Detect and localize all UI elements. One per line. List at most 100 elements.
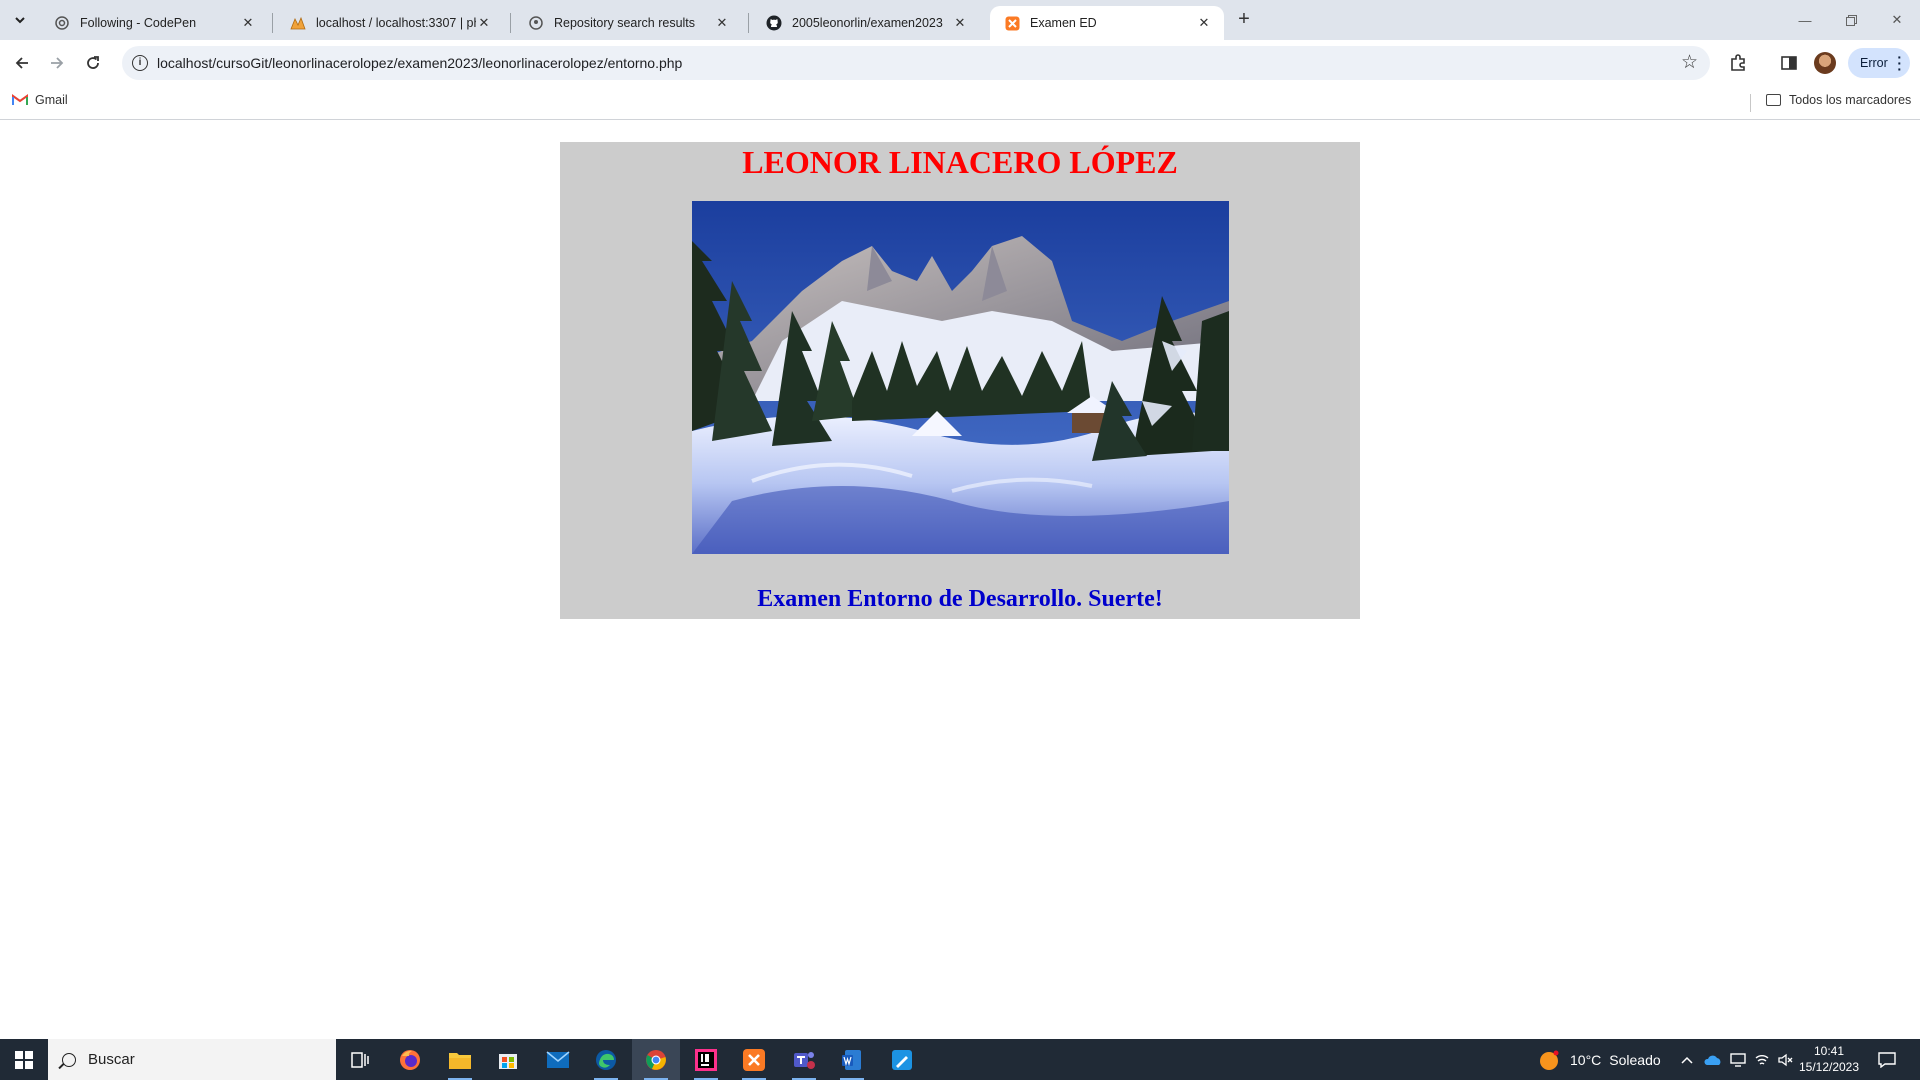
tab-title: Repository search results [554,16,696,30]
tab-title: 2005leonorlin/examen2023 [792,16,943,30]
onedrive-icon[interactable] [1704,1054,1722,1066]
taskbar-clock[interactable]: 10:41 15/12/2023 [1790,1043,1868,1075]
site-info-icon[interactable]: i [132,55,148,71]
intellij-icon [695,1048,717,1071]
tab-strip: Following - CodePen ✕ localhost / localh… [0,0,1920,40]
taskbar-xampp[interactable] [730,1039,778,1080]
bookmarks-bar: Gmail Todos los marcadores [0,86,1920,120]
tab-repository-search[interactable]: Repository search results ✕ [514,6,742,40]
github-icon [766,15,782,31]
taskbar-file-explorer[interactable] [436,1039,484,1080]
teams-icon [794,1051,815,1069]
chevron-up-icon[interactable] [1680,1055,1694,1065]
tab-github-repo[interactable]: 2005leonorlin/examen2023 ✕ [752,6,980,40]
minimize-icon: — [1798,12,1812,28]
gmail-icon [12,94,28,105]
close-icon[interactable]: ✕ [952,15,968,31]
close-icon[interactable]: ✕ [1196,15,1212,31]
folder-icon [1766,94,1781,106]
tab-examen-ed[interactable]: Examen ED ✕ [990,6,1224,40]
content-panel: LEONOR LINACERO LÓPEZ Examen Entorno de … [560,142,1360,619]
browser-toolbar: i localhost/cursoGit/leonorlinacerolopez… [0,40,1920,86]
start-button[interactable] [0,1039,48,1080]
taskbar-store[interactable] [484,1039,532,1080]
windows-taskbar: Buscar 10°C Soleado 10:41 15/12/2023 [0,1039,1920,1080]
tab-phpmyadmin[interactable]: localhost / localhost:3307 | php ✕ [276,6,504,40]
side-panel-button[interactable] [1777,51,1801,75]
weather-widget[interactable]: 10°C Soleado [1538,1039,1661,1080]
all-bookmarks-button[interactable]: Todos los marcadores [1766,93,1911,107]
tab-divider [510,13,511,33]
side-panel-icon [1781,56,1797,70]
taskbar-firefox[interactable] [386,1039,434,1080]
url-text[interactable]: localhost/cursoGit/leonorlinacerolopez/e… [157,46,682,80]
taskbar-intellij[interactable] [682,1039,730,1080]
snowy-mountain-photo [692,201,1229,554]
reload-icon [87,56,99,69]
tab-search-button[interactable] [8,9,32,31]
clock-time: 10:41 [1813,1044,1845,1058]
phpmyadmin-icon [290,15,306,31]
address-bar[interactable]: i localhost/cursoGit/leonorlinacerolopez… [122,46,1710,80]
taskbar-mail[interactable] [534,1039,582,1080]
tab-title: Following - CodePen [80,16,197,30]
arrow-left-icon [15,57,28,69]
notification-icon [1878,1051,1896,1068]
store-icon [499,1053,517,1069]
taskbar-edge[interactable] [582,1039,630,1080]
taskbar-paint[interactable] [878,1039,926,1080]
profile-error-button[interactable]: Error · · · [1848,48,1910,78]
tab-title: localhost / localhost:3307 | php [316,16,476,30]
tab-title: Examen ED [1030,16,1097,30]
clock-date: 15/12/2023 [1798,1060,1860,1074]
page-viewport: LEONOR LINACERO LÓPEZ Examen Entorno de … [0,121,1920,1039]
taskbar-chrome[interactable] [632,1039,680,1080]
forward-button[interactable] [42,48,72,78]
weather-condition: Soleado [1609,1051,1661,1068]
profile-avatar[interactable] [1814,52,1836,74]
extensions-button[interactable] [1726,51,1750,75]
window-close-button[interactable]: ✕ [1874,0,1920,40]
bookmark-gmail[interactable]: Gmail [12,93,68,107]
close-icon[interactable]: ✕ [714,15,730,31]
task-view-icon [351,1051,369,1068]
notifications-button[interactable] [1878,1039,1896,1080]
xampp-icon [743,1048,765,1071]
search-icon [62,1052,76,1067]
reload-button[interactable] [78,48,108,78]
codepen-icon [54,15,70,31]
chevron-down-icon [15,17,25,24]
back-button[interactable] [7,48,37,78]
bookmark-label: Gmail [35,93,68,107]
mail-icon [546,1050,570,1068]
chrome-icon [646,1049,666,1070]
taskbar-word[interactable] [828,1039,876,1080]
more-vert-icon: · · · [1897,49,1902,77]
wifi-icon[interactable] [1754,1053,1770,1067]
monitor-icon[interactable] [1730,1052,1746,1067]
github-icon [528,15,544,31]
taskbar-search[interactable]: Buscar [48,1039,336,1080]
restore-button[interactable] [1828,0,1874,40]
new-tab-button[interactable]: + [1232,8,1256,32]
taskbar-teams[interactable] [780,1039,828,1080]
minimize-button[interactable]: — [1782,0,1828,40]
close-icon[interactable]: ✕ [240,15,256,31]
paint-icon [892,1049,912,1070]
tab-codepen[interactable]: Following - CodePen ✕ [40,6,268,40]
tab-divider [748,13,749,33]
file-explorer-icon [449,1052,471,1069]
close-icon[interactable]: ✕ [476,15,492,31]
page-subtitle: Examen Entorno de Desarrollo. Suerte! [757,586,1163,612]
bookmark-divider [1750,94,1751,112]
tab-divider [272,13,273,33]
word-icon [842,1049,861,1070]
close-icon: ✕ [1891,12,1903,27]
bookmark-star-icon[interactable]: ☆ [1681,51,1698,74]
system-tray [1680,1039,1794,1080]
profile-error-label: Error [1860,56,1888,70]
sun-icon [1540,1050,1559,1070]
bookmark-label: Todos los marcadores [1789,93,1912,107]
puzzle-icon [1731,54,1745,71]
task-view-button[interactable] [336,1039,384,1080]
